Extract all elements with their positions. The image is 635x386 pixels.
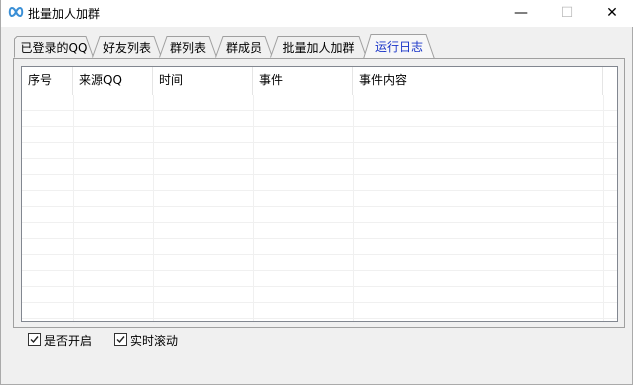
- empty-row-line: [22, 207, 617, 223]
- checkmark-icon: [116, 336, 125, 344]
- empty-row-line: [22, 127, 617, 143]
- empty-row-line: [22, 143, 617, 159]
- empty-row-line: [22, 255, 617, 271]
- column-divider: [73, 95, 74, 321]
- empty-row-line: [22, 223, 617, 239]
- tab-friend-list[interactable]: 好友列表: [92, 36, 162, 58]
- tab-label: 好友列表: [102, 41, 151, 55]
- empty-row-line: [22, 111, 617, 127]
- empty-row-line: [22, 175, 617, 191]
- enable-label: 是否开启: [44, 334, 93, 348]
- tab-label: 已登录的QQ: [20, 41, 88, 55]
- column-header[interactable]: 来源QQ: [73, 67, 153, 95]
- tab-batch-add[interactable]: 批量加人加群: [270, 36, 367, 58]
- minimize-button[interactable]: —: [498, 0, 544, 27]
- checkbox-box[interactable]: [28, 333, 41, 346]
- column-divider: [153, 95, 154, 321]
- checkbox-box[interactable]: [114, 333, 127, 346]
- column-divider: [253, 95, 254, 321]
- tab-label: 群成员: [225, 41, 262, 55]
- empty-row-line: [22, 239, 617, 255]
- empty-row-line: [22, 159, 617, 175]
- autoscroll-label: 实时滚动: [130, 334, 179, 348]
- column-divider: [603, 95, 604, 321]
- column-header[interactable]: 时间: [153, 67, 253, 95]
- tab-strip: 已登录的QQ 好友列表 群列表 群成员 批量加人加群 运行日志: [1, 32, 635, 59]
- tab-label: 群列表: [169, 41, 206, 55]
- column-header[interactable]: 事件: [253, 67, 353, 95]
- tab-group-list[interactable]: 群列表: [159, 36, 217, 58]
- checkmark-icon: [30, 336, 39, 344]
- title-bar[interactable]: 批量加人加群 — ☐ ✕: [1, 0, 635, 27]
- empty-row-line: [22, 287, 617, 303]
- infinity-icon: [8, 6, 24, 18]
- tab-group-members[interactable]: 群成员: [215, 36, 273, 58]
- main-window: 批量加人加群 — ☐ ✕ 已登录的QQ 好友列表 群列表 群成员 批量加人加群 …: [0, 0, 635, 385]
- empty-row-line: [22, 191, 617, 207]
- table-header: 序号 来源QQ 时间 事件 事件内容: [22, 67, 617, 95]
- empty-row-line: [22, 303, 617, 319]
- empty-row-line: [22, 271, 617, 287]
- column-header[interactable]: 序号: [22, 67, 73, 95]
- column-header[interactable]: 事件内容: [353, 67, 603, 95]
- tab-panel-run-log: 序号 来源QQ 时间 事件 事件内容: [13, 58, 625, 328]
- tab-run-log[interactable]: 运行日志: [363, 34, 435, 59]
- log-table[interactable]: 序号 来源QQ 时间 事件 事件内容: [21, 66, 618, 322]
- tab-label: 运行日志: [374, 40, 423, 54]
- column-divider: [353, 95, 354, 321]
- close-button[interactable]: ✕: [589, 0, 635, 27]
- window-title: 批量加人加群: [28, 7, 101, 21]
- tab-logged-in-qq[interactable]: 已登录的QQ: [14, 36, 94, 58]
- empty-row-line: [22, 95, 617, 111]
- maximize-button[interactable]: ☐: [544, 0, 590, 27]
- tab-label: 批量加人加群: [282, 41, 355, 55]
